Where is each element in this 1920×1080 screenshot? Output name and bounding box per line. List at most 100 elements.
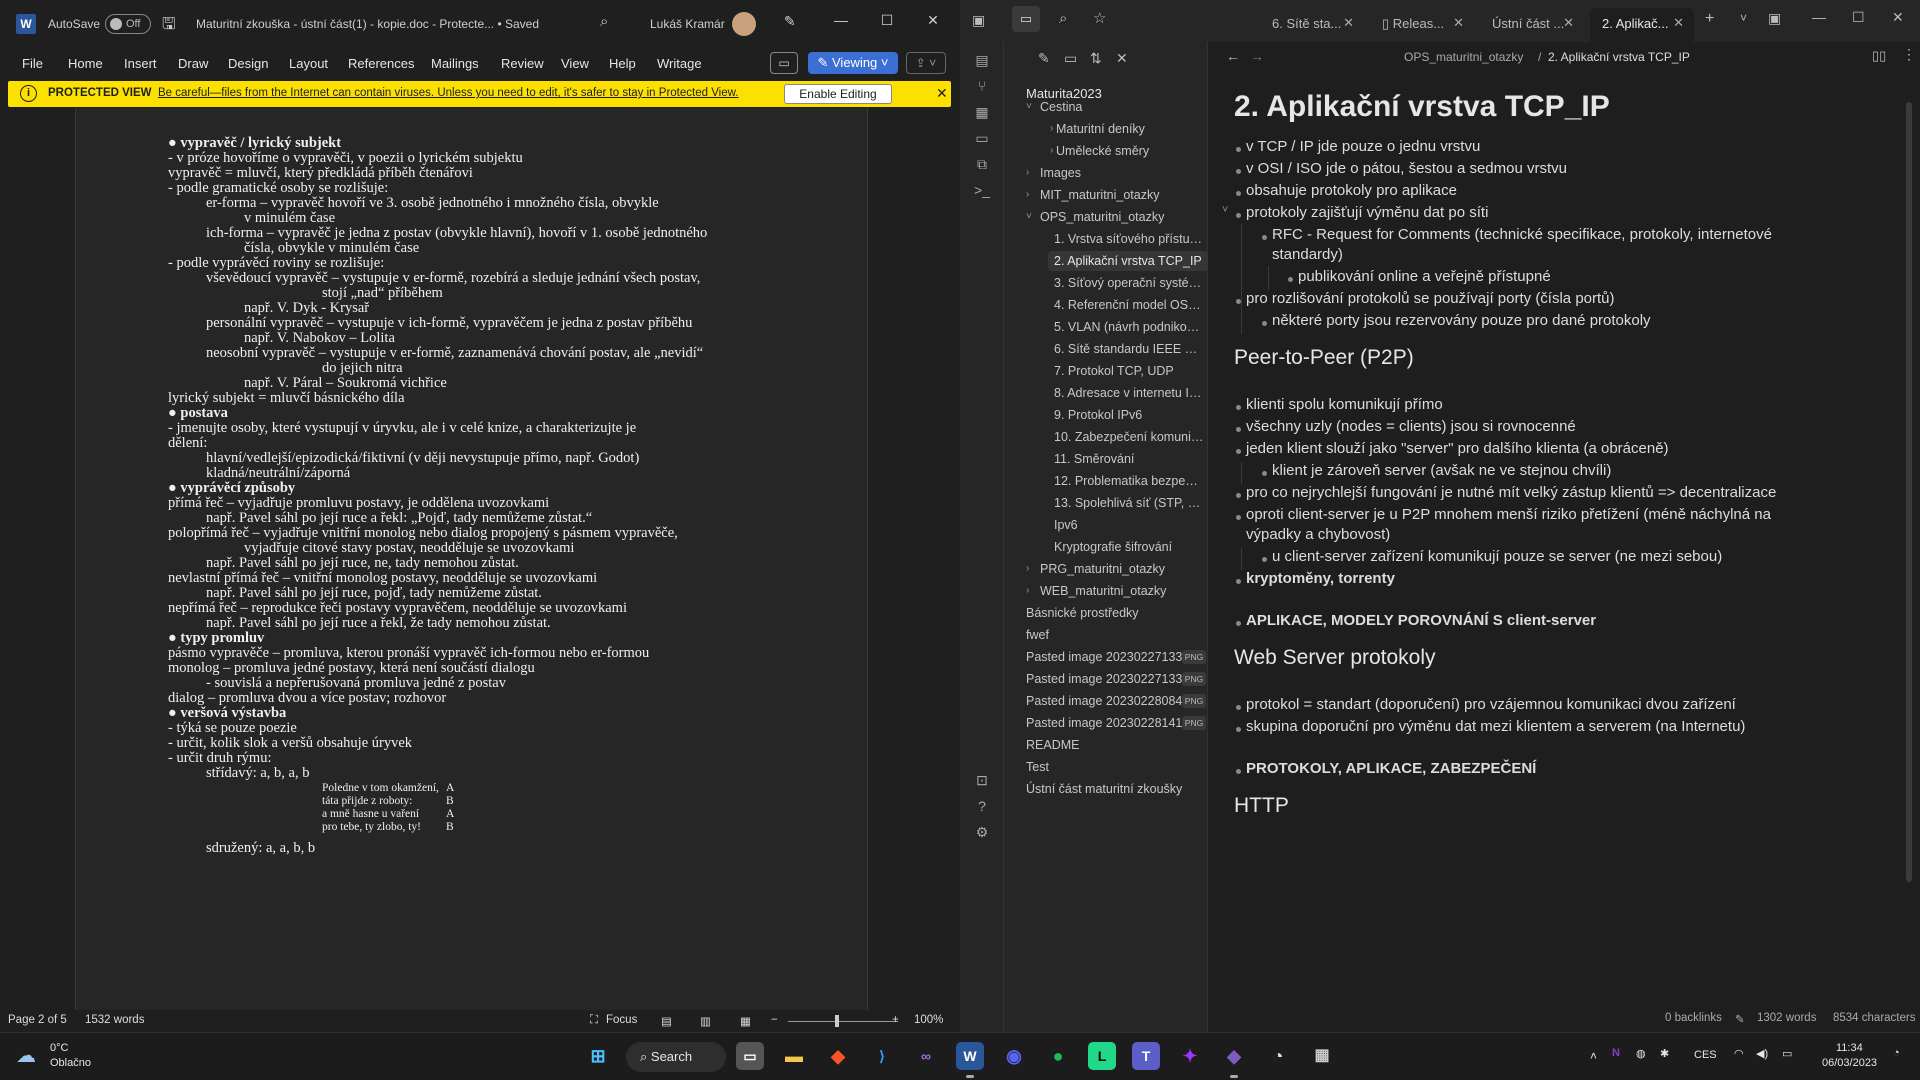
file-item[interactable]: 6. Sítě standardu IEEE 802.11 [1054,339,1204,359]
tab-site-standardu[interactable]: 6. Sítě sta... ✕ [1260,8,1364,42]
file-item[interactable]: 5. VLAN (návrh podnikové sítě) [1054,317,1204,337]
word-count[interactable]: 1532 words [85,1014,144,1026]
breadcrumb-folder[interactable]: OPS_maturitni_otazky [1404,50,1523,64]
tab-aplikacni-vrstva[interactable]: 2. Aplikač... ✕ [1590,8,1694,42]
notification-bell-icon[interactable]: ◔ [1893,1047,1900,1059]
file-item[interactable]: 8. Adresace v internetu IPv4 (c... [1054,383,1204,403]
file-item[interactable]: Pasted image 20230228141... [1026,713,1196,733]
file-item[interactable]: 2. Aplikační vrstva TCP_IP [1048,251,1208,271]
file-item[interactable]: Básnické prostředky [1026,603,1204,623]
chevron-right-icon[interactable]: › [1050,123,1053,134]
web-layout-icon[interactable]: ▦ [740,1014,751,1028]
minimize-icon[interactable]: — [1812,9,1826,25]
obsidian-icon[interactable]: ◆ [1220,1042,1248,1078]
new-folder-icon[interactable]: ▭ [1064,50,1077,67]
focus-button[interactable]: Focus [606,1014,637,1026]
document-page[interactable]: ● vypravěč / lyrický subjekt - v próze ho… [75,108,868,1010]
file-item[interactable]: 10. Zabezpečení komunikace (... [1054,427,1204,447]
weather-temperature[interactable]: 0°C [50,1042,68,1054]
share-button[interactable]: ⇪ ˅ [906,52,946,74]
zoom-out-icon[interactable]: − [771,1014,778,1026]
cloud-weather-icon[interactable]: ☁ [16,1043,36,1068]
backlinks-count[interactable]: 0 backlinks [1665,1012,1722,1024]
document-title[interactable]: Maturitní zkouška - ústní část(1) - kopi… [196,17,539,31]
zoom-slider[interactable] [788,1021,898,1022]
battery-icon[interactable]: ▭ [1782,1047,1792,1060]
tab-review[interactable]: Review [501,56,544,71]
tab-mailings[interactable]: Mailings [431,56,479,71]
chevron-right-icon[interactable]: › [1026,189,1029,200]
jetbrains-icon[interactable]: L [1088,1042,1116,1070]
folder-item[interactable]: Maturitní deníky [1056,119,1204,139]
page-indicator[interactable]: Page 2 of 5 [8,1014,67,1026]
file-item[interactable]: fwef [1026,625,1204,645]
clock-date[interactable]: 06/03/2023 [1822,1057,1877,1069]
user-name[interactable]: Lukáš Kramár [650,17,725,31]
folder-item[interactable]: WEB_maturitni_otazky [1040,581,1204,601]
task-view-icon[interactable]: ▭ [736,1042,764,1070]
focus-icon[interactable]: ⛶ [590,1014,598,1027]
copy-icon[interactable]: ⧉ [972,154,992,174]
tab-writage[interactable]: Writage [657,56,702,71]
file-item[interactable]: README [1026,735,1204,755]
maximize-icon[interactable]: ☐ [872,12,902,29]
input-language[interactable]: CES [1694,1049,1717,1061]
file-item[interactable]: Pasted image 20230228084... [1026,691,1196,711]
help-icon[interactable]: ? [972,796,992,816]
file-item[interactable]: Kryptografie šifrování [1054,537,1204,557]
tab-help[interactable]: Help [609,56,636,71]
terminal-icon[interactable]: >_ [972,180,992,200]
bluetooth-icon[interactable]: ✱ [1660,1047,1669,1060]
chevron-up-icon[interactable]: ˄ [1590,1049,1597,1063]
read-mode-icon[interactable]: ▤ [661,1014,672,1028]
vscode-icon[interactable]: ⟩ [868,1042,896,1070]
print-layout-icon[interactable]: ▥ [700,1014,711,1028]
tab-design[interactable]: Design [228,56,268,71]
close-icon[interactable]: ✕ [1453,15,1464,31]
collapse-all-icon[interactable]: ✕ [1116,50,1128,67]
chevron-right-icon[interactable]: › [1050,145,1053,156]
steam-icon[interactable]: ◍ [1636,1047,1646,1060]
edit-icon[interactable]: ✎ [1735,1012,1745,1026]
file-item[interactable]: Ústní část maturitní zkoušky [1026,779,1204,799]
chevron-right-icon[interactable]: › [1026,585,1029,596]
tab-view[interactable]: View [561,56,589,71]
chevron-down-icon[interactable]: ˅ [1740,11,1747,25]
file-item[interactable]: 12. Problematika bezpečnosti ... [1054,471,1204,491]
onenote-icon[interactable]: N [1612,1047,1620,1059]
file-explorer-icon[interactable]: ▬ [780,1042,808,1070]
discord-icon[interactable]: ◉ [1000,1042,1028,1070]
viewing-mode-button[interactable]: ✎ Viewing ˅ [808,52,898,74]
teams-icon[interactable]: T [1132,1042,1160,1070]
scrollbar[interactable] [1906,102,1912,882]
file-item[interactable]: 11. Směrování [1054,449,1204,469]
clock-app-icon[interactable]: ◔ [1264,1042,1292,1070]
chevron-right-icon[interactable]: › [1026,563,1029,574]
maximize-icon[interactable]: ☐ [1852,9,1865,26]
avatar[interactable] [732,12,756,36]
search-icon[interactable]: ⌕ [1059,10,1067,27]
chevron-down-icon[interactable]: ˅ [1026,101,1032,112]
pen-icon[interactable]: ✎ [784,13,796,30]
minimize-icon[interactable]: — [826,12,856,28]
file-item[interactable]: 4. Referenční model OSI_ISO a... [1054,295,1204,315]
file-item[interactable]: Ipv6 [1054,515,1204,535]
collapse-chevron-icon[interactable]: ˅ [1222,204,1228,216]
folder-item[interactable]: Images [1040,163,1204,183]
enable-editing-button[interactable]: Enable Editing [784,84,892,104]
tab-references[interactable]: References [348,56,414,71]
file-item[interactable]: 3. Síťový operační systém Linux [1054,273,1204,293]
wifi-icon[interactable]: ◠ [1734,1047,1744,1060]
visual-studio-icon[interactable]: ∞ [912,1042,940,1070]
weather-description[interactable]: Oblačno [50,1057,91,1069]
tab-insert[interactable]: Insert [124,56,157,71]
tab-draw[interactable]: Draw [178,56,208,71]
protected-view-message[interactable]: Be careful—files from the Internet can c… [158,87,738,99]
tab-home[interactable]: Home [68,56,103,71]
breadcrumb-note[interactable]: 2. Aplikační vrstva TCP_IP [1548,50,1690,64]
tab-ustni-cast[interactable]: Ústní část ... ✕ [1480,8,1584,42]
chevron-down-icon[interactable]: ˅ [1026,211,1032,222]
note-word-count[interactable]: 1302 words [1757,1012,1816,1024]
calendar-icon[interactable]: ▭ [972,128,992,148]
folder-item[interactable]: MIT_maturitni_otazky [1040,185,1204,205]
